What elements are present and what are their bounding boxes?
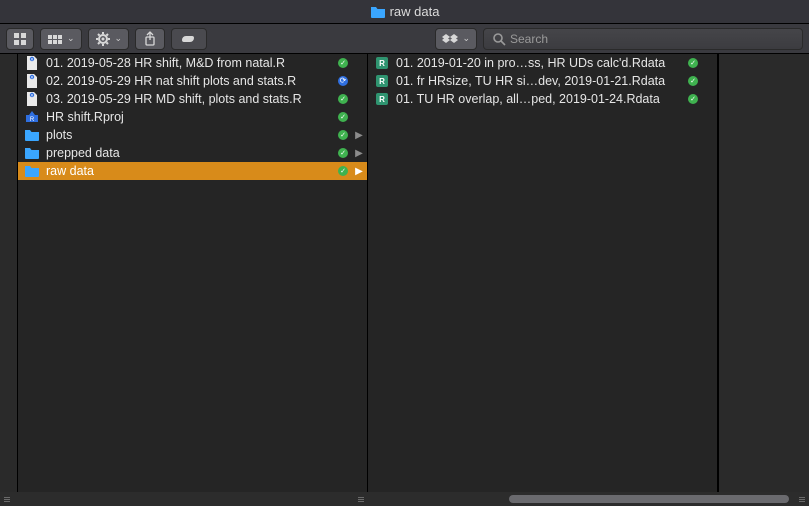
sync-status-icon — [337, 148, 349, 158]
file-row[interactable]: 02. 2019-05-29 HR nat shift plots and st… — [18, 72, 367, 90]
column-sliver-right — [718, 54, 809, 492]
item-label: 01. 2019-05-28 HR shift, M&D from natal.… — [46, 56, 331, 70]
footer-bar — [0, 492, 809, 506]
r-file-icon — [24, 91, 40, 107]
column-sliver-left — [0, 54, 18, 492]
tag-icon — [180, 34, 198, 44]
action-button[interactable]: ⌄ — [88, 28, 130, 50]
item-label: plots — [46, 128, 331, 142]
sync-status-icon — [337, 76, 349, 86]
horizontal-scrollbar[interactable] — [374, 494, 789, 504]
sync-status-icon — [337, 94, 349, 104]
file-row[interactable]: 01. 2019-01-20 in pro…ss, HR UDs calc'd.… — [368, 54, 717, 72]
folder-icon — [24, 127, 40, 143]
item-label: prepped data — [46, 146, 331, 160]
chevron-down-icon: ⌄ — [462, 33, 470, 44]
sync-status-icon — [337, 58, 349, 68]
folder-row[interactable]: raw data ▶ — [18, 162, 367, 180]
item-label: 03. 2019-05-29 HR MD shift, plots and st… — [46, 92, 331, 106]
chevron-right-icon: ▶ — [355, 130, 363, 141]
item-label: 01. TU HR overlap, all…ped, 2019-01-24.R… — [396, 92, 681, 106]
item-label: raw data — [46, 164, 331, 178]
sync-status-icon — [687, 76, 699, 86]
sync-status-icon — [337, 166, 349, 176]
toolbar: ⌄ ⌄ ⌄ — [0, 24, 809, 54]
tags-button[interactable] — [171, 28, 207, 50]
column-1[interactable]: 01. 2019-01-20 in pro…ss, HR UDs calc'd.… — [368, 54, 718, 492]
search-field[interactable] — [483, 28, 803, 50]
resize-handle[interactable] — [358, 493, 364, 505]
folder-icon — [370, 4, 386, 20]
sync-status-icon — [687, 58, 699, 68]
rproj-icon — [24, 109, 40, 125]
r-file-icon — [24, 73, 40, 89]
resize-handle[interactable] — [799, 493, 805, 505]
rdata-icon — [374, 73, 390, 89]
folder-row[interactable]: prepped data ▶ — [18, 144, 367, 162]
share-icon — [142, 31, 158, 47]
dropbox-icon — [442, 32, 458, 46]
rdata-icon — [374, 91, 390, 107]
item-label: 02. 2019-05-29 HR nat shift plots and st… — [46, 74, 331, 88]
column-view: 01. 2019-05-28 HR shift, M&D from natal.… — [0, 54, 809, 492]
share-button[interactable] — [135, 28, 165, 50]
sync-status-icon — [337, 112, 349, 122]
sync-status-icon — [337, 130, 349, 140]
title-bar: raw data — [0, 0, 809, 24]
gear-icon — [95, 31, 111, 47]
folder-icon — [24, 145, 40, 161]
file-row[interactable]: HR shift.Rproj — [18, 108, 367, 126]
column-0[interactable]: 01. 2019-05-28 HR shift, M&D from natal.… — [18, 54, 368, 492]
rdata-icon — [374, 55, 390, 71]
item-label: 01. 2019-01-20 in pro…ss, HR UDs calc'd.… — [396, 56, 681, 70]
folder-icon — [24, 163, 40, 179]
chevron-right-icon: ▶ — [355, 148, 363, 159]
file-row[interactable]: 03. 2019-05-29 HR MD shift, plots and st… — [18, 90, 367, 108]
chevron-right-icon: ▶ — [355, 166, 363, 177]
chevron-down-icon: ⌄ — [67, 33, 75, 44]
grid-icon — [13, 32, 27, 46]
item-label: HR shift.Rproj — [46, 110, 331, 124]
file-row[interactable]: 01. TU HR overlap, all…ped, 2019-01-24.R… — [368, 90, 717, 108]
folder-row[interactable]: plots ▶ — [18, 126, 367, 144]
chevron-down-icon: ⌄ — [115, 33, 123, 44]
view-icon-button[interactable] — [6, 28, 34, 50]
search-input[interactable] — [510, 32, 794, 46]
dropbox-button[interactable]: ⌄ — [435, 28, 477, 50]
resize-handle[interactable] — [4, 493, 10, 505]
window-title: raw data — [390, 4, 440, 19]
arrange-button[interactable]: ⌄ — [40, 28, 82, 50]
r-file-icon — [24, 55, 40, 71]
sync-status-icon — [687, 94, 699, 104]
group-icon — [47, 34, 63, 44]
search-icon — [492, 32, 506, 46]
scrollbar-thumb[interactable] — [509, 495, 789, 503]
file-row[interactable]: 01. fr HRsize, TU HR si…dev, 2019-01-21.… — [368, 72, 717, 90]
item-label: 01. fr HRsize, TU HR si…dev, 2019-01-21.… — [396, 74, 681, 88]
file-row[interactable]: 01. 2019-05-28 HR shift, M&D from natal.… — [18, 54, 367, 72]
